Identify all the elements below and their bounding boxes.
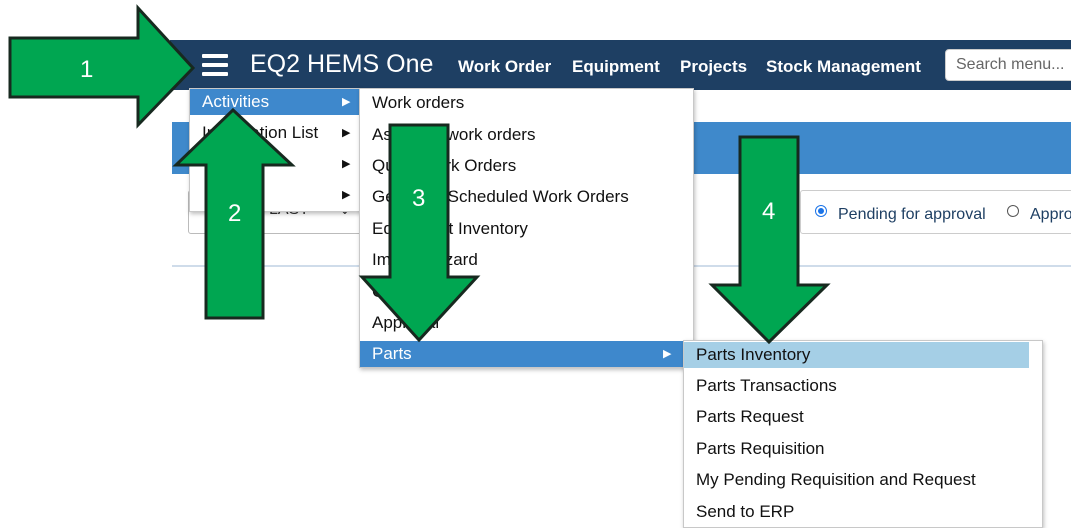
arrow-1 [8, 4, 196, 129]
arrow-3 [358, 123, 481, 343]
step-4-label: 4 [762, 198, 776, 225]
annotation-arrows [8, 4, 831, 345]
arrow-4 [708, 135, 831, 345]
step-2-label: 2 [228, 200, 242, 227]
step-1-label: 1 [80, 56, 94, 83]
step-3-label: 3 [412, 185, 426, 212]
